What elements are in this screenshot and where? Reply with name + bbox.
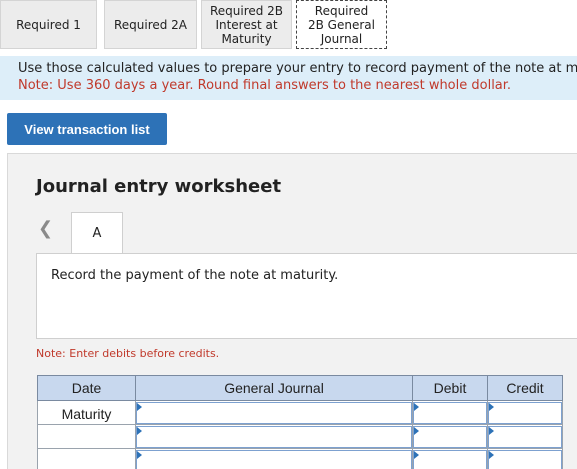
table-row: [37, 448, 563, 469]
credit-input[interactable]: [488, 401, 562, 424]
table-row: Maturity: [37, 400, 563, 425]
tab-required-2b-journal[interactable]: Required 2B General Journal: [296, 0, 387, 49]
date-cell: [37, 424, 136, 449]
date-cell: [37, 448, 136, 469]
debit-cell: [412, 424, 488, 449]
tab-label: Required 2B Interest at Maturity: [209, 3, 284, 46]
view-transaction-list-button[interactable]: View transaction list: [7, 113, 167, 145]
entry-tab-label: A: [92, 226, 102, 241]
debit-header: Debit: [412, 375, 488, 401]
debit-credit-note: Note: Enter debits before credits.: [36, 347, 220, 360]
account-cell: [135, 400, 413, 425]
chevron-left-icon[interactable]: ❮: [38, 218, 53, 239]
credit-cell: [487, 448, 563, 469]
worksheet-title: Journal entry worksheet: [36, 176, 282, 197]
record-instruction-box: Record the payment of the note at maturi…: [36, 253, 577, 339]
credit-cell: [487, 400, 563, 425]
tab-required-2a[interactable]: Required 2A: [104, 0, 197, 49]
record-instruction-text: Record the payment of the note at maturi…: [51, 268, 339, 283]
credit-header: Credit: [487, 375, 563, 401]
account-select[interactable]: [136, 449, 412, 469]
journal-table: Date General Journal Debit Credit Maturi…: [37, 375, 563, 469]
table-row: [37, 424, 563, 449]
entry-tab-a[interactable]: A: [71, 212, 123, 254]
debit-input[interactable]: [413, 449, 487, 469]
table-header-row: Date General Journal Debit Credit: [37, 375, 563, 401]
tab-label: Required 2B General Journal: [308, 3, 375, 46]
credit-cell: [487, 424, 563, 449]
general-journal-header: General Journal: [135, 375, 413, 401]
journal-worksheet: Journal entry worksheet ❮ A Record the p…: [7, 153, 577, 469]
credit-input[interactable]: [488, 425, 562, 448]
account-select[interactable]: [136, 401, 412, 424]
instructions-text: Use those calculated values to prepare y…: [18, 61, 577, 76]
account-cell: [135, 424, 413, 449]
debit-input[interactable]: [413, 425, 487, 448]
debit-input[interactable]: [413, 401, 487, 424]
instructions-note: Note: Use 360 days a year. Round final a…: [18, 78, 512, 93]
tab-label: Required 1: [16, 17, 81, 32]
debit-cell: [412, 448, 488, 469]
date-header: Date: [37, 375, 136, 401]
debit-cell: [412, 400, 488, 425]
instructions-panel: Use those calculated values to prepare y…: [0, 56, 577, 100]
tab-required-1[interactable]: Required 1: [0, 0, 97, 49]
account-cell: [135, 448, 413, 469]
account-select[interactable]: [136, 425, 412, 448]
credit-input[interactable]: [488, 449, 562, 469]
tab-label: Required 2A: [113, 17, 188, 32]
tab-bar: Required 1 Required 2A Required 2B Inter…: [0, 0, 577, 49]
tab-required-2b-interest[interactable]: Required 2B Interest at Maturity: [201, 0, 292, 49]
date-cell: Maturity: [37, 400, 136, 425]
